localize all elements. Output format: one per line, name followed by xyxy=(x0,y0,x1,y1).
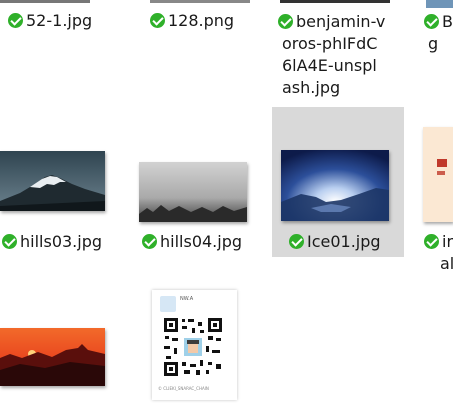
file-tile-partial-b[interactable]: B( g xyxy=(418,0,453,60)
thumbnail-qrcode: NW.A © CLIEKI_SNARAC_CHAIN xyxy=(152,290,237,400)
sync-check-icon xyxy=(142,234,157,249)
file-name: 128.png xyxy=(168,11,235,30)
thumbnail-hills04 xyxy=(139,162,247,222)
thumbnail-ice01 xyxy=(281,150,389,221)
thumbnail-edge xyxy=(150,0,250,3)
file-tile-hills04[interactable]: hills04.jpg xyxy=(134,107,260,257)
file-name-line: g xyxy=(428,34,439,53)
file-label: hills04.jpg xyxy=(142,231,242,253)
thumbnail-edge xyxy=(426,0,453,8)
file-label: 128.png xyxy=(150,10,234,32)
sync-check-icon xyxy=(150,13,165,28)
qr-footer-text: © CLIEKI_SNARAC_CHAIN xyxy=(158,386,209,391)
file-tile-hills03[interactable]: hills03.jpg xyxy=(0,107,120,257)
thumbnail-partial xyxy=(423,127,453,222)
sync-check-icon xyxy=(2,234,17,249)
thumbnail-edge xyxy=(0,0,90,3)
file-name-line: oros-phIFdC xyxy=(282,34,378,53)
file-tile-52-1[interactable]: 52-1.jpg xyxy=(0,0,110,40)
qr-code-icon xyxy=(162,316,224,378)
file-name-line: al xyxy=(440,254,453,273)
file-tile-sunset[interactable] xyxy=(0,290,120,403)
file-tile-benjamin[interactable]: benjamin-v oros-phIFdC 6lA4E-unspl ash.j… xyxy=(272,0,404,104)
file-name: hills03.jpg xyxy=(20,232,103,251)
file-label: Ice01.jpg xyxy=(289,231,381,253)
thumbnail-edge xyxy=(280,0,390,3)
sync-check-icon xyxy=(289,234,304,249)
file-name-line: B( xyxy=(442,12,453,31)
sync-check-icon xyxy=(424,234,439,249)
file-name-line: 6lA4E-unspl xyxy=(282,56,377,75)
file-label: benjamin-v oros-phIFdC 6lA4E-unspl ash.j… xyxy=(278,11,385,99)
file-name: hills04.jpg xyxy=(160,232,243,251)
thumbnail-sunset xyxy=(0,328,105,386)
file-label: hills03.jpg xyxy=(2,231,102,253)
file-label: B( g xyxy=(424,11,453,55)
qr-header-title: NW.A xyxy=(180,296,194,302)
file-grid: 52-1.jpg 128.png benjamin-v oros-phIFdC … xyxy=(0,0,453,403)
file-label: 52-1.jpg xyxy=(8,10,92,32)
file-tile-128[interactable]: 128.png xyxy=(140,0,260,40)
file-name: 52-1.jpg xyxy=(26,11,93,30)
thumbnail-hills03 xyxy=(0,151,105,211)
file-tile-partial-in[interactable]: ir al xyxy=(418,107,453,277)
file-name-line: ir xyxy=(442,232,453,251)
file-name-line: ash.jpg xyxy=(282,78,341,97)
file-name-line: benjamin-v xyxy=(296,12,386,31)
file-tile-ice01[interactable]: Ice01.jpg xyxy=(272,107,404,257)
avatar xyxy=(160,296,176,312)
file-label: ir al xyxy=(424,231,453,275)
sync-check-icon xyxy=(424,14,439,29)
sync-check-icon xyxy=(8,13,23,28)
file-name: Ice01.jpg xyxy=(307,232,381,251)
sync-check-icon xyxy=(278,14,293,29)
file-tile-qrcode[interactable]: NW.A © CLIEKI_SNARAC_CHAIN xyxy=(140,290,250,403)
